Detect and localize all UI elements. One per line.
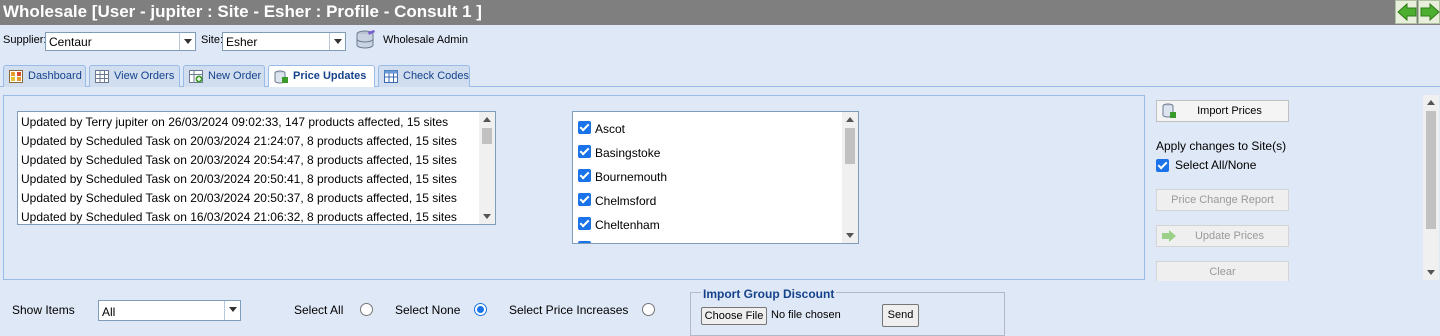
chevron-down-icon[interactable] — [179, 33, 195, 50]
button-label: Import Prices — [1197, 105, 1262, 117]
list-item[interactable]: Updated by Terry jupiter on 26/03/2024 0… — [21, 115, 448, 129]
wholesale-admin-link[interactable]: Wholesale Admin — [383, 34, 468, 46]
panel-scrollbar[interactable] — [1423, 95, 1439, 280]
site-checkbox-bournemouth[interactable] — [578, 169, 591, 182]
tab-check-codes[interactable]: Check Codes — [378, 65, 470, 87]
site-checkbox-partial[interactable] — [578, 241, 591, 243]
site-value: Esher — [226, 35, 258, 49]
grid-icon — [95, 70, 109, 83]
database-icon[interactable] — [354, 28, 378, 52]
site-label: Cheltenham — [595, 218, 660, 232]
scroll-down-icon[interactable] — [846, 233, 854, 238]
supplier-select[interactable]: Centaur — [45, 32, 196, 51]
import-group-discount-legend: Import Group Discount — [701, 287, 837, 301]
show-items-label: Show Items — [12, 303, 75, 317]
price-change-report-button[interactable]: Price Change Report — [1156, 189, 1289, 211]
scrollbar[interactable] — [479, 112, 495, 224]
site-label: Bournemouth — [595, 170, 668, 184]
tab-price-updates[interactable]: Price Updates — [268, 65, 375, 88]
scroll-up-icon[interactable] — [1427, 100, 1435, 105]
back-button[interactable] — [1395, 0, 1417, 24]
clear-button[interactable]: Clear — [1156, 261, 1289, 283]
sites-checklist[interactable]: Ascot Basingstoke Bournemouth Chelmsford… — [572, 111, 859, 244]
table-icon — [384, 70, 398, 83]
scroll-thumb[interactable] — [1426, 111, 1436, 229]
tab-dashboard[interactable]: Dashboard — [3, 65, 86, 87]
tab-label: Check Codes — [403, 70, 470, 82]
tab-label: Dashboard — [28, 70, 82, 82]
tab-strip: Dashboard View Orders New Order Price Up… — [0, 61, 1440, 88]
list-item[interactable]: Updated by Scheduled Task on 20/03/2024 … — [21, 172, 457, 186]
scroll-thumb[interactable] — [845, 128, 855, 164]
scroll-down-icon[interactable] — [483, 214, 491, 219]
chevron-down-icon[interactable] — [224, 301, 240, 320]
supplier-label: Supplier: — [3, 34, 47, 46]
site-label: Basingstoke — [595, 146, 661, 160]
dashboard-icon — [9, 70, 23, 83]
list-item[interactable]: Updated by Scheduled Task on 20/03/2024 … — [21, 191, 457, 205]
show-items-select[interactable]: All — [98, 300, 241, 321]
tab-label: View Orders — [114, 70, 175, 82]
button-label: Send — [887, 309, 914, 321]
update-prices-button[interactable]: Update Prices — [1156, 225, 1289, 247]
update-history-list[interactable]: Updated by Terry jupiter on 26/03/2024 0… — [17, 111, 496, 225]
import-prices-button[interactable]: Import Prices — [1156, 100, 1289, 122]
add-grid-icon — [189, 70, 203, 83]
forward-button[interactable] — [1418, 0, 1440, 24]
select-all-none-checkbox[interactable] — [1156, 159, 1169, 172]
select-all-radio[interactable] — [360, 303, 373, 316]
send-button[interactable]: Send — [882, 304, 919, 327]
site-checkbox-chelmsford[interactable] — [578, 193, 591, 206]
button-label: Clear — [1209, 266, 1236, 278]
tab-new-order[interactable]: New Order — [183, 65, 265, 87]
site-checkbox-basingstoke[interactable] — [578, 145, 591, 158]
scroll-up-icon[interactable] — [846, 117, 854, 122]
select-none-label: Select None — [395, 303, 461, 317]
site-label: Chelmsford — [595, 194, 657, 208]
button-label: Choose File — [704, 310, 764, 322]
site-label: Site: — [201, 34, 224, 46]
site-checkbox-ascot[interactable] — [578, 121, 591, 134]
tab-label: New Order — [208, 70, 262, 82]
scroll-up-icon[interactable] — [483, 117, 491, 122]
toolbar: Supplier: Centaur Site: Esher Wholesale … — [0, 25, 1440, 61]
select-price-increases-radio[interactable] — [642, 303, 655, 316]
database-edit-icon — [274, 70, 288, 84]
supplier-value: Centaur — [49, 35, 92, 49]
title-bar: Wholesale [User - jupiter : Site - Esher… — [0, 0, 1440, 25]
list-item[interactable]: Updated by Scheduled Task on 16/03/2024 … — [21, 210, 457, 224]
site-label: Ascot — [595, 122, 626, 136]
select-all-label: Select All — [294, 303, 344, 317]
list-item[interactable]: Updated by Scheduled Task on 20/03/2024 … — [21, 153, 457, 167]
scrollbar[interactable] — [842, 112, 858, 243]
tab-view-orders[interactable]: View Orders — [89, 65, 180, 87]
chevron-down-icon[interactable] — [329, 33, 345, 50]
select-price-increases-label: Select Price Increases — [509, 303, 629, 317]
button-label: Update Prices — [1194, 230, 1265, 242]
select-none-radio[interactable] — [474, 303, 487, 316]
tab-label: Price Updates — [293, 70, 367, 82]
show-items-value: All — [102, 305, 116, 319]
button-label: Price Change Report — [1171, 194, 1274, 206]
list-item[interactable]: Updated by Scheduled Task on 20/03/2024 … — [21, 134, 457, 148]
arrow-right-icon — [1420, 3, 1440, 21]
file-status: No file chosen — [771, 309, 841, 321]
scroll-thumb[interactable] — [482, 128, 492, 144]
scroll-down-icon[interactable] — [1427, 270, 1435, 275]
arrow-left-icon — [1397, 3, 1417, 21]
apply-changes-heading: Apply changes to Site(s) — [1156, 139, 1287, 153]
window-title: Wholesale [User - jupiter : Site - Esher… — [3, 2, 482, 21]
select-all-none-label: Select All/None — [1175, 158, 1257, 172]
site-checkbox-cheltenham[interactable] — [578, 217, 591, 230]
choose-file-button[interactable]: Choose File — [701, 307, 767, 325]
site-select[interactable]: Esher — [222, 32, 346, 51]
